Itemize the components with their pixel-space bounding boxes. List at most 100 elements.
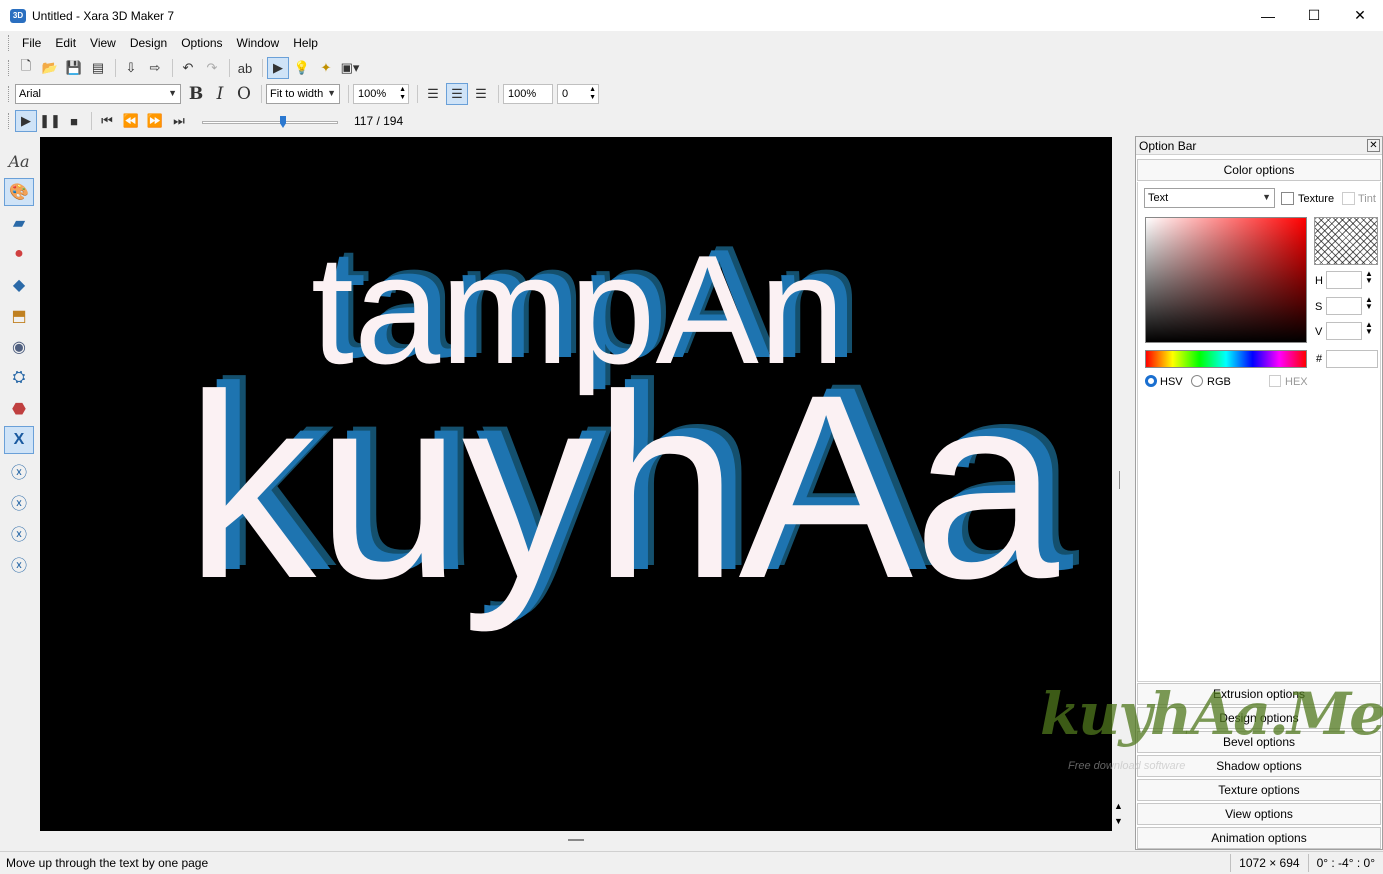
- hsv-radio[interactable]: [1145, 375, 1157, 387]
- outline-button[interactable]: O: [233, 83, 255, 105]
- light-wand-icon[interactable]: ✦: [315, 57, 337, 79]
- spinner-arrows-icon[interactable]: ▲ ▼: [1365, 296, 1373, 311]
- frame-slider[interactable]: [202, 112, 338, 130]
- animation-options-button[interactable]: Animation options: [1137, 827, 1381, 849]
- bevel-icon[interactable]: ●: [4, 240, 34, 268]
- close-button[interactable]: ✕: [1337, 0, 1383, 31]
- minimize-button[interactable]: —: [1245, 0, 1291, 31]
- hex-field[interactable]: [1326, 350, 1378, 368]
- stop-icon[interactable]: ■: [63, 110, 85, 132]
- scroll-grip[interactable]: [568, 839, 584, 841]
- bold-button[interactable]: B: [185, 83, 207, 105]
- shadow-icon[interactable]: ◆: [4, 271, 34, 299]
- import-icon[interactable]: ⇩: [120, 57, 142, 79]
- menu-help[interactable]: Help: [286, 36, 325, 50]
- spell-check-icon[interactable]: ab: [234, 57, 256, 79]
- vertical-scrollbar[interactable]: ▲ ▼: [1112, 137, 1130, 831]
- menu-grip[interactable]: [8, 35, 11, 51]
- spinner-arrows-icon[interactable]: ▲ ▼: [1365, 321, 1373, 336]
- view-icon[interactable]: ⬣: [4, 395, 34, 423]
- spinner-arrows-icon[interactable]: ▲ ▼: [399, 86, 406, 102]
- h-label: H: [1315, 275, 1323, 287]
- x-logo-icon[interactable]: X: [4, 426, 34, 454]
- saturation-value-picker[interactable]: [1145, 217, 1307, 343]
- scroll-grip[interactable]: [1119, 471, 1122, 489]
- italic-button[interactable]: I: [209, 83, 231, 105]
- view-options-button[interactable]: View options: [1137, 803, 1381, 825]
- view-mode-icon[interactable]: ▣▾: [339, 57, 361, 79]
- export-animation-icon[interactable]: ⇨: [144, 57, 166, 79]
- spinner-arrows-icon[interactable]: ▲ ▼: [1365, 270, 1373, 285]
- open-folder-icon[interactable]: 📂: [39, 57, 61, 79]
- pause-icon[interactable]: ❚❚: [39, 110, 61, 132]
- menu-edit[interactable]: Edit: [48, 36, 83, 50]
- texture-label: Texture: [1298, 193, 1335, 205]
- close-icon[interactable]: ✕: [1367, 139, 1380, 152]
- color-options-button[interactable]: Color options: [1137, 159, 1381, 181]
- menu-view[interactable]: View: [83, 36, 123, 50]
- line-spacing-spinner[interactable]: 100%: [503, 84, 553, 104]
- previous-frame-icon[interactable]: ⏪: [120, 110, 142, 132]
- text-tool-icon[interactable]: Aa: [4, 147, 34, 175]
- h-field[interactable]: [1326, 271, 1362, 289]
- extrusion-options-button[interactable]: Extrusion options: [1137, 683, 1381, 705]
- menu-bar: File Edit View Design Options Window Hel…: [0, 31, 1383, 55]
- toolbar-grip[interactable]: [8, 60, 11, 76]
- x-logo-icon[interactable]: ⓧ: [4, 488, 34, 516]
- letter-spacing-spinner[interactable]: 0 ▲ ▼: [557, 84, 599, 104]
- menu-options[interactable]: Options: [174, 36, 229, 50]
- new-file-icon[interactable]: 🗋: [15, 57, 37, 79]
- design-canvas[interactable]: tampAn tampAn tampAn kuyhAa kuyhAa kuyhA…: [40, 137, 1112, 831]
- align-center-icon[interactable]: ☰: [446, 83, 468, 105]
- texture-checkbox[interactable]: [1281, 192, 1294, 205]
- font-select[interactable]: Arial ▼: [15, 84, 181, 104]
- menu-window[interactable]: Window: [230, 36, 287, 50]
- hue-slider[interactable]: [1145, 350, 1307, 368]
- separator: [417, 85, 418, 103]
- shapes-icon[interactable]: ⬒: [4, 302, 34, 330]
- align-right-icon[interactable]: ☰: [470, 83, 492, 105]
- undo-icon[interactable]: ↶: [177, 57, 199, 79]
- align-left-icon[interactable]: ☰: [422, 83, 444, 105]
- animation-toggle-icon[interactable]: ▶: [267, 57, 289, 79]
- x-logo-icon[interactable]: ⓧ: [4, 550, 34, 578]
- spinner-arrows-icon[interactable]: ▲ ▼: [589, 86, 596, 102]
- design-options-button[interactable]: Design options: [1137, 707, 1381, 729]
- horizontal-scrollbar[interactable]: [40, 831, 1112, 849]
- x-logo-icon[interactable]: ⓧ: [4, 519, 34, 547]
- play-icon[interactable]: ▶: [15, 110, 37, 132]
- page-down-icon[interactable]: ▼: [1114, 816, 1123, 826]
- color-target-select[interactable]: Text ▼: [1144, 188, 1275, 208]
- color-palette-icon[interactable]: 🎨: [4, 178, 34, 206]
- extrusion-icon[interactable]: ▰: [4, 209, 34, 237]
- first-frame-icon[interactable]: ⏮: [96, 110, 118, 132]
- x-logo-icon[interactable]: ⓧ: [4, 457, 34, 485]
- menu-design[interactable]: Design: [123, 36, 174, 50]
- menu-file[interactable]: File: [15, 36, 48, 50]
- lightbulb-icon[interactable]: 💡: [291, 57, 313, 79]
- maximize-button[interactable]: ☐: [1291, 0, 1337, 31]
- export-icon[interactable]: ▤: [87, 57, 109, 79]
- size-spinner-value: 100%: [358, 88, 387, 100]
- next-frame-icon[interactable]: ⏩: [144, 110, 166, 132]
- fit-select[interactable]: Fit to width ▼: [266, 84, 340, 104]
- toolbar-grip[interactable]: [8, 86, 11, 102]
- last-frame-icon[interactable]: ⏭: [168, 110, 190, 132]
- save-icon[interactable]: 💾: [63, 57, 85, 79]
- shadow-options-button[interactable]: Shadow options: [1137, 755, 1381, 777]
- texture-icon[interactable]: ◉: [4, 333, 34, 361]
- page-up-icon[interactable]: ▲: [1114, 801, 1123, 811]
- redo-icon[interactable]: ↷: [201, 57, 223, 79]
- tint-checkbox[interactable]: [1342, 192, 1355, 205]
- size-spinner[interactable]: 100% ▲ ▼: [353, 84, 409, 104]
- separator: [262, 59, 263, 77]
- lights-icon[interactable]: ⛭: [4, 364, 34, 392]
- v-field[interactable]: [1326, 322, 1362, 340]
- s-field[interactable]: [1326, 297, 1362, 315]
- texture-options-button[interactable]: Texture options: [1137, 779, 1381, 801]
- rgb-radio[interactable]: [1191, 375, 1203, 387]
- bevel-options-button[interactable]: Bevel options: [1137, 731, 1381, 753]
- hex-checkbox[interactable]: [1269, 375, 1281, 387]
- toolbar-grip[interactable]: [8, 113, 11, 129]
- slider-thumb[interactable]: [280, 116, 286, 128]
